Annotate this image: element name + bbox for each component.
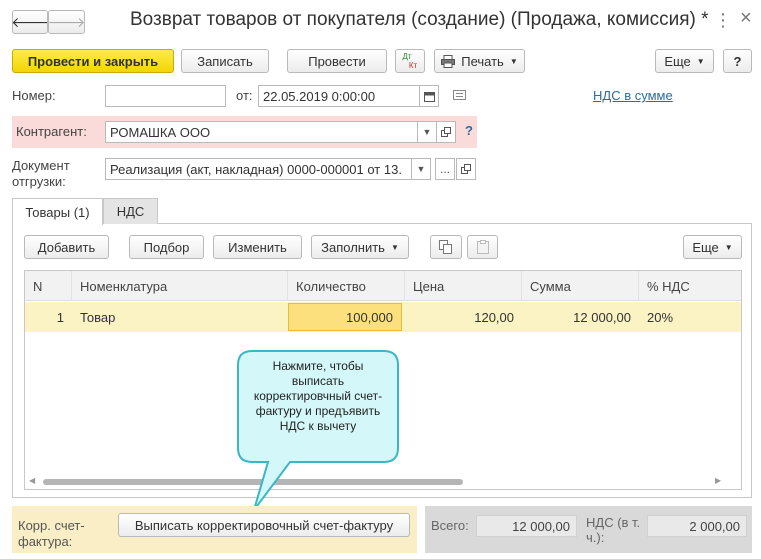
close-icon[interactable]: × (740, 7, 752, 30)
row-vat-rate: 20% (647, 309, 674, 325)
printer-icon (441, 54, 456, 68)
print-button[interactable]: Печать ▼ (434, 49, 525, 73)
edit-button[interactable]: Изменить (213, 235, 302, 259)
shipment-doc-dropdown-button[interactable]: ▼ (411, 158, 431, 180)
post-button[interactable]: Провести (287, 49, 387, 73)
row-quantity[interactable]: 100,000 (288, 303, 402, 331)
column-header-item[interactable]: Номенклатура (72, 271, 288, 301)
help-button[interactable]: ? (723, 49, 752, 73)
open-form-icon (441, 127, 451, 137)
counterparty-input[interactable]: РОМАШКА ООО (105, 121, 418, 143)
row-item: Товар (80, 309, 116, 325)
column-header-sum[interactable]: Сумма (522, 271, 639, 301)
window-title: Возврат товаров от покупателя (создание)… (130, 9, 709, 30)
paste-button[interactable] (467, 235, 498, 259)
date-input[interactable]: 22.05.2019 0:00:00 (258, 85, 420, 107)
vat-total-value: 2 000,00 (647, 515, 747, 537)
dt-kt-icon: Дт (402, 52, 412, 61)
copy-icon (439, 240, 452, 254)
scroll-right-icon[interactable]: ▶ (715, 476, 721, 485)
vat-total-label: НДС (в т. ч.): (586, 515, 641, 545)
pick-button[interactable]: Подбор (129, 235, 204, 259)
row-price: 120,00 (474, 309, 514, 325)
calendar-icon (423, 91, 435, 102)
total-value: 12 000,00 (476, 515, 577, 537)
comment-icon[interactable] (453, 90, 466, 100)
invoice-label: Корр. счет- фактура: (18, 518, 85, 549)
dt-kt-button[interactable]: Дт Кт (395, 49, 425, 73)
dropdown-arrow-icon: ▼ (416, 164, 426, 174)
scroll-left-icon[interactable]: ◀ (29, 476, 35, 485)
column-header-price[interactable]: Цена (405, 271, 522, 301)
dropdown-arrow-icon: ▼ (696, 56, 705, 66)
dropdown-arrow-icon: ▼ (422, 127, 432, 137)
calendar-button[interactable] (419, 85, 439, 107)
issue-correction-invoice-button[interactable]: Выписать корректировочный счет-фактуру (118, 513, 410, 537)
dropdown-arrow-icon: ▼ (724, 242, 733, 252)
number-input[interactable] (105, 85, 226, 107)
tab-vat[interactable]: НДС (103, 198, 158, 224)
number-label: Номер: (12, 88, 56, 103)
table-header: N Номенклатура Количество Цена Сумма % Н… (25, 271, 741, 301)
more-options-icon[interactable]: ⋮ (714, 10, 732, 31)
shipment-doc-select-button[interactable]: ... (435, 158, 455, 180)
tooltip-text: Нажмите, чтобы выписать корректировчный … (253, 359, 383, 433)
back-button[interactable]: 🡐 (11, 10, 49, 34)
column-header-n[interactable]: N (25, 271, 72, 301)
counterparty-open-button[interactable] (436, 121, 456, 143)
open-form-icon (461, 164, 471, 174)
row-number: 1 (56, 309, 64, 325)
paste-icon (476, 240, 489, 254)
vat-in-sum-link[interactable]: НДС в сумме (593, 88, 673, 103)
column-header-quantity[interactable]: Количество (288, 271, 405, 301)
arrow-right-icon: 🡒 (47, 13, 86, 30)
row-sum: 12 000,00 (573, 309, 631, 325)
dropdown-arrow-icon: ▼ (390, 242, 399, 252)
date-label: от: (236, 88, 253, 103)
add-button[interactable]: Добавить (24, 235, 109, 259)
more-button[interactable]: Еще ▼ (655, 49, 714, 73)
shipment-doc-input[interactable]: Реализация (акт, накладная) 0000-000001 … (105, 158, 412, 180)
goods-more-button[interactable]: Еще ▼ (683, 235, 742, 259)
counterparty-help-icon[interactable]: ? (465, 123, 473, 138)
forward-button[interactable]: 🡒 (48, 10, 85, 34)
fill-button[interactable]: Заполнить ▼ (311, 235, 409, 259)
counterparty-label: Контрагент: (16, 124, 87, 139)
arrow-left-icon: 🡐 (11, 13, 49, 30)
shipment-doc-label: Документ отгрузки: (12, 158, 70, 189)
shipment-doc-open-button[interactable] (456, 158, 476, 180)
column-header-vat-rate[interactable]: % НДС (639, 271, 741, 301)
save-button[interactable]: Записать (181, 49, 269, 73)
copy-button[interactable] (430, 235, 462, 259)
tab-goods[interactable]: Товары (1) (12, 198, 103, 225)
table-row[interactable]: 1 Товар 100,000 120,00 12 000,00 20% (25, 302, 741, 332)
dropdown-arrow-icon: ▼ (509, 56, 518, 66)
counterparty-dropdown-button[interactable]: ▼ (417, 121, 437, 143)
post-and-close-button[interactable]: Провести и закрыть (12, 49, 174, 73)
total-label: Всего: (431, 518, 469, 533)
